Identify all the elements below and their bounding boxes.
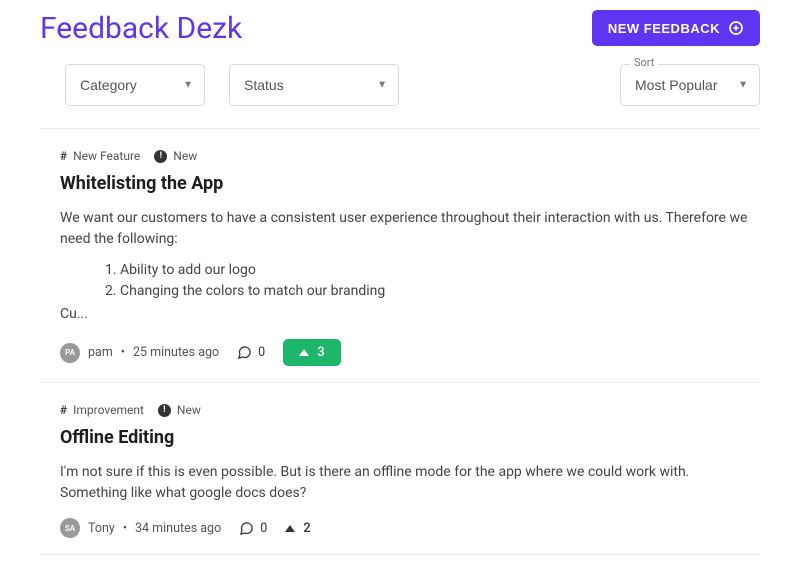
post-title[interactable]: Offline Editing xyxy=(60,427,760,448)
filter-bar: Category ▼ Status ▼ Sort Most Popular ▼ xyxy=(40,64,760,106)
sort-label: Sort xyxy=(630,56,658,69)
body-list-item: Changing the colors to match our brandin… xyxy=(120,281,760,302)
info-icon: ! xyxy=(158,404,171,417)
upvote-count: 2 xyxy=(303,521,310,536)
post-title[interactable]: Whitelisting the App xyxy=(60,173,760,194)
dot-separator: • xyxy=(123,521,127,536)
post-body: We want our customers to have a consiste… xyxy=(60,208,760,325)
body-intro: I'm not sure if this is even possible. B… xyxy=(60,462,760,504)
post-tags: # Improvement ! New xyxy=(60,403,760,417)
status-label: New xyxy=(173,149,197,163)
info-icon: ! xyxy=(154,150,167,163)
body-tail: Cu... xyxy=(60,304,760,325)
upvote-button[interactable]: 3 xyxy=(283,339,340,366)
category-select[interactable]: Category xyxy=(65,64,205,106)
upvote-count: 3 xyxy=(317,345,324,360)
upvote-icon xyxy=(285,525,295,532)
author-name: Tony xyxy=(88,521,115,536)
status-select[interactable]: Status xyxy=(229,64,399,106)
body-list-item: Ability to add our logo xyxy=(120,260,760,281)
category-tag[interactable]: # Improvement xyxy=(60,403,144,417)
comment-icon xyxy=(237,345,252,360)
status-tag[interactable]: ! New xyxy=(154,149,197,163)
comments-count: 0 xyxy=(258,345,265,360)
post-tags: # New Feature ! New xyxy=(60,149,760,163)
upvote-button[interactable]: 2 xyxy=(285,521,310,536)
avatar: SA xyxy=(60,518,80,538)
status-tag[interactable]: ! New xyxy=(158,403,201,417)
divider xyxy=(40,554,760,555)
page-title: Feedback Dezk xyxy=(40,11,242,46)
comment-icon xyxy=(239,521,254,536)
comments-count: 0 xyxy=(260,521,267,536)
new-feedback-label: NEW FEEDBACK xyxy=(608,21,720,36)
sort-select[interactable]: Most Popular xyxy=(620,64,760,106)
feedback-post: # Improvement ! New Offline Editing I'm … xyxy=(40,383,760,554)
post-time: 25 minutes ago xyxy=(133,345,219,360)
comments-button[interactable]: 0 xyxy=(239,521,267,536)
post-meta: SA Tony • 34 minutes ago 0 2 xyxy=(60,518,760,538)
feedback-post: # New Feature ! New Whitelisting the App… xyxy=(40,129,760,382)
dot-separator: • xyxy=(121,345,125,360)
hash-icon: # xyxy=(60,403,67,417)
header: Feedback Dezk NEW FEEDBACK xyxy=(40,10,760,46)
hash-icon: # xyxy=(60,149,67,163)
avatar: PA xyxy=(60,343,80,363)
author-block[interactable]: SA Tony • 34 minutes ago xyxy=(60,518,221,538)
author-block[interactable]: PA pam • 25 minutes ago xyxy=(60,343,219,363)
upvote-icon xyxy=(299,349,309,356)
author-name: pam xyxy=(88,345,113,360)
post-body: I'm not sure if this is even possible. B… xyxy=(60,462,760,504)
category-label: Improvement xyxy=(73,403,144,417)
sort-field: Sort Most Popular ▼ xyxy=(620,64,760,106)
plus-icon xyxy=(728,20,744,36)
category-tag[interactable]: # New Feature xyxy=(60,149,140,163)
category-label: New Feature xyxy=(73,149,140,163)
category-field: Category ▼ xyxy=(65,64,205,106)
body-intro: We want our customers to have a consiste… xyxy=(60,208,760,250)
post-time: 34 minutes ago xyxy=(135,521,221,536)
comments-button[interactable]: 0 xyxy=(237,345,265,360)
status-field: Status ▼ xyxy=(229,64,399,106)
new-feedback-button[interactable]: NEW FEEDBACK xyxy=(592,10,760,46)
post-meta: PA pam • 25 minutes ago 0 3 xyxy=(60,339,760,366)
status-label: New xyxy=(177,403,201,417)
